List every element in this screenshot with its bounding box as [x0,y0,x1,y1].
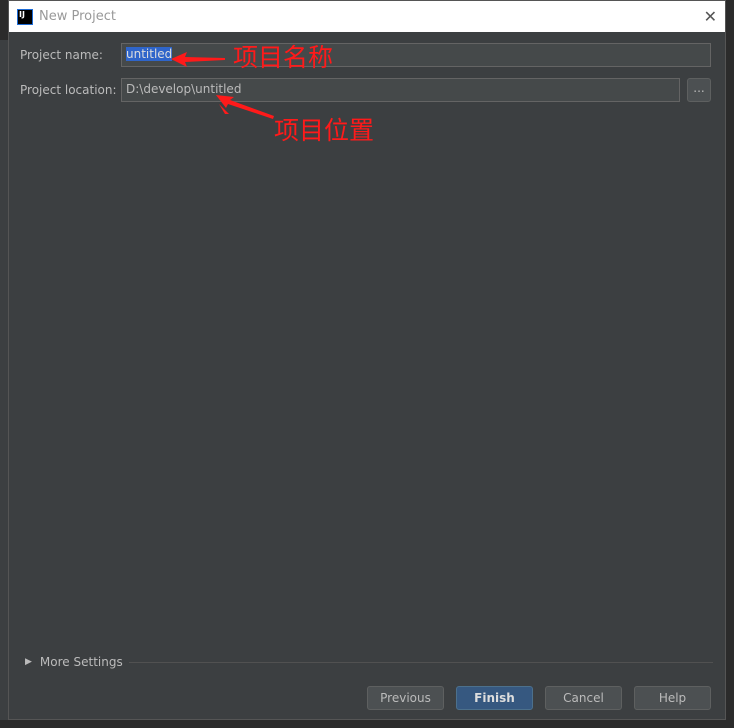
title-bar: IJ New Project ✕ [9,1,725,32]
project-name-value: untitled [126,47,173,61]
annotation-location: 项目位置 [274,116,375,145]
cancel-button[interactable]: Cancel [545,686,622,710]
finish-button[interactable]: Finish [456,686,533,710]
previous-button[interactable]: Previous [367,686,444,710]
more-settings-toggle[interactable]: ▶ More Settings [25,655,713,669]
divider [128,661,713,663]
new-project-dialog: IJ New Project ✕ Project name: untitled … [8,0,726,720]
project-location-row: Project location: D:\develop\untitled [20,78,680,102]
help-button[interactable]: Help [634,686,711,710]
project-location-label: Project location: [20,83,117,97]
more-settings-label: More Settings [39,655,123,669]
project-name-label: Project name: [20,48,103,62]
intellij-logo-icon: IJ [17,8,33,25]
dialog-title: New Project [39,9,116,24]
browse-button[interactable]: ... [687,78,711,102]
arrow-location-icon [216,95,274,119]
annotation-name: 项目名称 [233,43,334,72]
ide-background [0,40,8,720]
arrow-name [171,52,225,67]
project-name-row: Project name: untitled [20,43,711,67]
close-icon[interactable]: ✕ [704,7,717,26]
expand-triangle-icon: ▶ [25,657,32,667]
